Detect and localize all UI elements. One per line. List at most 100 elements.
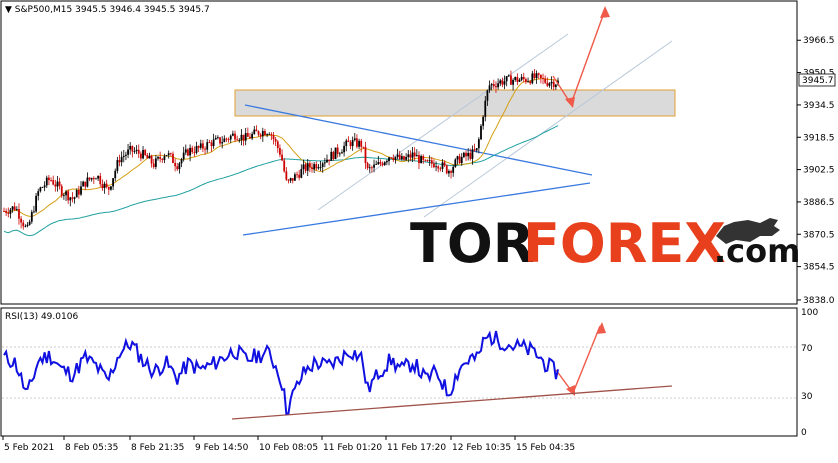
candle-body xyxy=(264,131,266,136)
candle-body xyxy=(385,161,388,163)
candle-body xyxy=(99,175,102,185)
time-axis: 5 Feb 2021 8 Feb 05:35 8 Feb 21:35 9 Feb 14… xyxy=(2,436,575,453)
candle-body xyxy=(507,75,510,77)
candle-body xyxy=(148,155,151,159)
candle-body xyxy=(362,146,365,148)
candle-body xyxy=(22,222,25,227)
candle-body xyxy=(300,168,303,178)
candle-body xyxy=(525,79,527,82)
candle-body xyxy=(341,152,343,154)
candle-body xyxy=(448,171,450,174)
candle-body xyxy=(311,167,313,170)
candle-body xyxy=(366,163,369,168)
candle-body xyxy=(321,163,324,167)
candle-body xyxy=(302,164,305,169)
candle-body xyxy=(272,135,275,140)
candle-body xyxy=(276,141,279,149)
rsi-tick-label: 70 xyxy=(801,344,813,354)
candle-body xyxy=(58,181,61,187)
candle-body xyxy=(328,159,331,161)
candle-body xyxy=(345,140,348,146)
candle-body xyxy=(189,147,191,156)
candle-body xyxy=(492,84,495,87)
candle-body xyxy=(486,90,489,101)
candle-body xyxy=(403,156,405,160)
candle-body xyxy=(163,156,166,161)
candle-body xyxy=(371,167,373,169)
candle-body xyxy=(289,178,292,181)
candle-body xyxy=(246,133,249,137)
candle-body xyxy=(388,157,390,162)
candle-body xyxy=(484,100,487,117)
candle-body xyxy=(349,141,352,147)
candle-body xyxy=(287,179,290,181)
candle-body xyxy=(473,149,476,151)
candle-body xyxy=(317,167,320,169)
candle-body xyxy=(18,209,20,219)
candle-body xyxy=(253,129,256,134)
candle-body xyxy=(499,80,502,84)
price-tick-label: 3854.5 xyxy=(803,263,835,273)
candle-body xyxy=(409,154,412,158)
candle-body xyxy=(202,143,204,149)
candle-body xyxy=(56,181,59,187)
candle-body xyxy=(445,165,448,174)
candle-body xyxy=(193,152,196,153)
candle-body xyxy=(73,197,76,199)
candle-body xyxy=(441,162,444,169)
candle-body xyxy=(90,178,93,180)
candle-body xyxy=(420,156,423,164)
candle-body xyxy=(330,151,333,161)
candle-body xyxy=(139,153,142,159)
candle-body xyxy=(334,147,337,159)
candle-body xyxy=(405,157,408,160)
candle-body xyxy=(407,154,410,158)
candle-body xyxy=(298,174,301,178)
candle-body xyxy=(452,166,455,173)
candle-body xyxy=(82,181,85,187)
candle-body xyxy=(255,129,258,132)
candle-body xyxy=(249,136,251,139)
candle-body xyxy=(240,134,243,140)
candle-body xyxy=(35,195,37,212)
candle-body xyxy=(54,184,57,187)
rsi-tick-label: 100 xyxy=(801,308,818,318)
candle-body xyxy=(50,180,52,181)
candle-body xyxy=(460,157,463,164)
candle-body xyxy=(458,156,461,164)
rsi-axis: 100 70 30 0 xyxy=(801,308,818,438)
candle-body xyxy=(238,139,241,141)
candle-body xyxy=(353,138,356,141)
channel-upper-line xyxy=(317,33,569,211)
candle-body xyxy=(394,156,397,160)
candle-body xyxy=(103,183,106,189)
candle-body xyxy=(187,149,189,156)
candle-body xyxy=(174,162,177,167)
candle-body xyxy=(152,163,155,167)
candle-body xyxy=(535,73,538,78)
candle-body xyxy=(291,178,294,181)
candle-body xyxy=(514,77,517,80)
candle-body xyxy=(146,154,149,159)
candle-body xyxy=(516,77,519,82)
candle-body xyxy=(480,125,482,140)
forecast-arrow-rsi xyxy=(555,322,606,396)
candle-body xyxy=(33,211,35,213)
candle-body xyxy=(424,159,427,161)
candle-body xyxy=(495,86,497,88)
candle-body xyxy=(259,134,262,137)
candle-body xyxy=(392,157,395,160)
candle-body xyxy=(326,159,328,163)
candle-body xyxy=(199,143,202,148)
candle-body xyxy=(497,83,500,88)
candle-body xyxy=(435,166,437,168)
candle-body xyxy=(144,149,147,155)
price-tick-label: 3966.5 xyxy=(803,36,835,46)
price-tick-label: 3902.5 xyxy=(803,166,835,176)
candle-body xyxy=(462,152,465,158)
candle-body xyxy=(336,147,339,154)
candle-body xyxy=(95,178,97,180)
candle-body xyxy=(30,211,33,222)
candle-body xyxy=(105,183,108,187)
candle-body xyxy=(315,164,318,169)
